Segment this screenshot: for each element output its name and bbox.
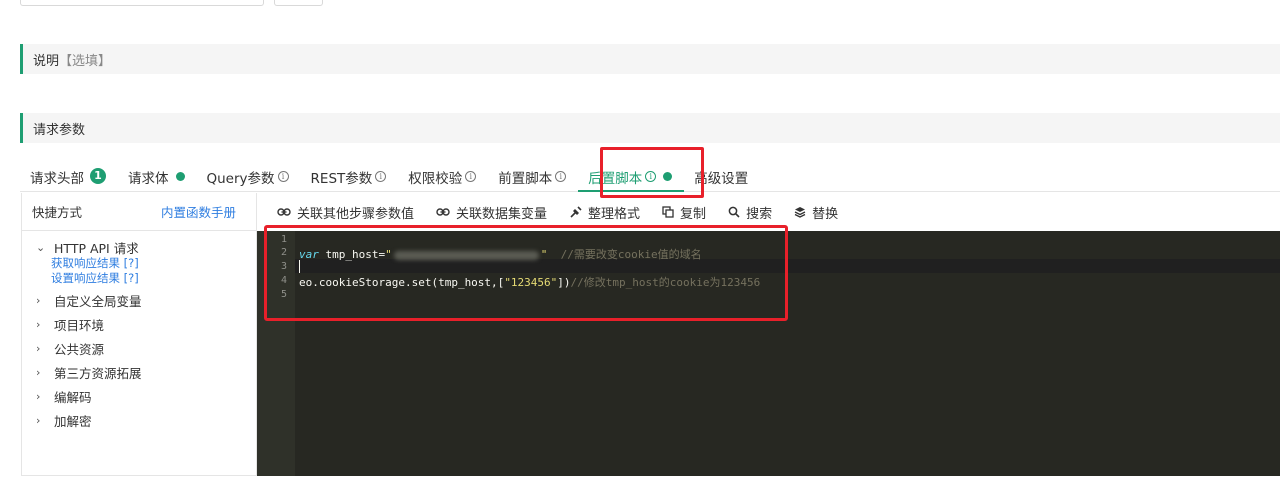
description-section-header[interactable]: 说明 【选填】 [20, 44, 1280, 74]
count-badge: 1 [90, 168, 106, 184]
tool-label: 复制 [680, 206, 707, 222]
copy-icon [662, 206, 674, 218]
code-line-4: eo.cookieStorage.set(tmp_host,["123456"]… [299, 274, 760, 290]
code-call: eo.cookieStorage.set(tmp_host,[ [299, 276, 505, 289]
line-number: 5 [280, 289, 287, 300]
chevron-right-icon: › [36, 341, 41, 355]
tree-leaf-get-response[interactable]: 获取响应结果 [?] [22, 256, 256, 271]
search-icon [728, 206, 740, 218]
tree-node-label: 编解码 [54, 389, 92, 405]
tool-label: 关联数据集变量 [456, 206, 548, 222]
line-number-gutter: 1 2 3 4 5 [257, 231, 295, 476]
replace-button[interactable]: 替换 [794, 203, 838, 222]
tool-label: 搜索 [746, 206, 773, 222]
code-string: "123456" [504, 276, 558, 289]
sidebar-header: 快捷方式 内置函数手册 [22, 193, 256, 231]
tab-label: 请求头部 [30, 171, 84, 187]
replace-icon [794, 207, 806, 218]
code-call-end: ]) [557, 276, 571, 289]
tree-node-label: 加解密 [54, 413, 92, 429]
info-icon: i [277, 171, 289, 182]
top-button[interactable] [274, 0, 323, 6]
code-line-2: var tmp_host=" " //需要改变cookie值的域名 [299, 246, 702, 262]
link-step-params-button[interactable]: 关联其他步骤参数值 [277, 203, 414, 222]
tree-node-label: 项目环境 [54, 317, 105, 333]
code-string-close: " [540, 248, 548, 261]
tab-label: 请求体 [128, 171, 169, 187]
chevron-right-icon: › [36, 317, 41, 331]
tab-label: 高级设置 [694, 171, 749, 187]
line-number: 2 [280, 247, 287, 258]
code-comment: //需要改变cookie值的域名 [560, 248, 702, 261]
sidebar-title: 快捷方式 [32, 205, 83, 220]
brush-icon [570, 205, 582, 218]
code-editor[interactable]: 1 2 3 4 5 var tmp_host=" " //需要改变cookie值的… [257, 231, 1280, 476]
info-icon: i [465, 171, 477, 182]
tab-label: REST参数 [310, 171, 373, 187]
tab-advanced-settings[interactable]: 高级设置 [684, 160, 760, 192]
tree-node-project-env[interactable]: › 项目环境 [22, 312, 256, 336]
info-icon: i [555, 171, 567, 182]
tree-node-label: 第三方资源拓展 [54, 365, 142, 381]
line-number: 1 [280, 234, 287, 245]
description-title: 说明 [33, 53, 60, 69]
chevron-right-icon: › [36, 293, 41, 307]
tree-node-encode-decode[interactable]: › 编解码 [22, 384, 256, 408]
chevron-right-icon: › [36, 413, 41, 427]
link-dataset-vars-button[interactable]: 关联数据集变量 [436, 203, 547, 222]
line-number: 3 [280, 261, 287, 272]
editor-toolbar: 关联其他步骤参数值 关联数据集变量 整理格式 复制 搜索 替换 [257, 193, 1280, 231]
link-icon [277, 208, 291, 216]
request-params-title: 请求参数 [33, 122, 86, 138]
tree-leaf-set-response[interactable]: 设置响应结果 [?] [22, 271, 256, 286]
tab-rest-params[interactable]: REST参数 i [301, 160, 399, 192]
tab-label: 权限校验 [408, 171, 463, 187]
chevron-right-icon: › [36, 365, 41, 379]
tab-pre-script[interactable]: 前置脚本 i [488, 160, 578, 192]
shortcut-sidebar: 快捷方式 内置函数手册 ⌄ HTTP API 请求 获取响应结果 [?] 设置响… [21, 193, 257, 476]
tab-label: Query参数 [206, 171, 275, 187]
tab-auth[interactable]: 权限校验 i [398, 160, 488, 192]
tab-request-headers[interactable]: 请求头部 1 [20, 160, 118, 192]
code-identifier: tmp_host= [318, 248, 386, 261]
tree-node-public-resources[interactable]: › 公共资源 [22, 336, 256, 360]
tree-node-label: 公共资源 [54, 341, 105, 357]
tool-label: 关联其他步骤参数值 [297, 206, 415, 222]
tab-request-body[interactable]: 请求体 [118, 160, 197, 192]
info-icon: i [375, 171, 387, 182]
tab-post-script[interactable]: 后置脚本 i [578, 160, 685, 192]
text-cursor [299, 260, 300, 273]
tree-node-custom-global-vars[interactable]: › 自定义全局变量 [22, 288, 256, 312]
link-icon [436, 208, 450, 216]
code-keyword: var [299, 248, 319, 261]
line-number: 4 [280, 275, 287, 286]
info-icon: i [645, 171, 657, 182]
request-params-section-header: 请求参数 [20, 113, 1280, 143]
description-optional-hint: 【选填】 [59, 53, 112, 69]
builtin-functions-manual-link[interactable]: 内置函数手册 [161, 202, 236, 221]
tab-label: 后置脚本 [588, 171, 643, 187]
shortcut-tree: ⌄ HTTP API 请求 获取响应结果 [?] 设置响应结果 [?] › 自定… [22, 231, 256, 432]
redacted-value [393, 250, 539, 260]
chevron-right-icon: › [36, 389, 41, 403]
search-button[interactable]: 搜索 [728, 203, 772, 222]
tool-label: 整理格式 [588, 206, 641, 222]
status-dot-icon [175, 172, 185, 181]
chevron-down-icon: ⌄ [36, 240, 46, 254]
tab-label: 前置脚本 [498, 171, 553, 187]
status-dot-icon [663, 172, 673, 181]
tree-node-label: 自定义全局变量 [54, 293, 142, 309]
code-comment: //修改tmp_host的cookie为123456 [570, 276, 761, 289]
tree-node-label: HTTP API 请求 [54, 240, 139, 256]
request-params-tabs: 请求头部 1 请求体 Query参数 i REST参数 i 权限校验 i 前置脚… [20, 160, 1280, 192]
top-input-field[interactable] [20, 0, 264, 6]
tree-node-third-party[interactable]: › 第三方资源拓展 [22, 360, 256, 384]
tab-query-params[interactable]: Query参数 i [197, 160, 301, 192]
code-string-open: " [385, 248, 392, 261]
tool-label: 替换 [812, 206, 839, 222]
tree-node-encrypt-decrypt[interactable]: › 加解密 [22, 408, 256, 432]
copy-button[interactable]: 复制 [662, 203, 706, 222]
format-code-button[interactable]: 整理格式 [569, 203, 640, 222]
